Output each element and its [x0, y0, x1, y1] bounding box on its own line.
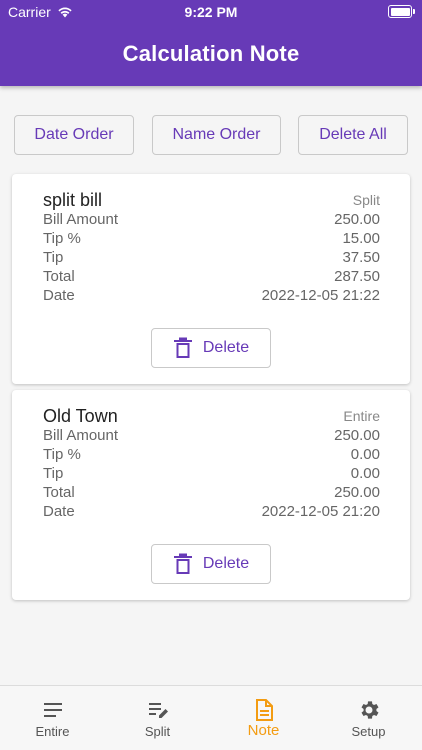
- note-row-tip: Tip 0.00: [43, 465, 380, 484]
- note-row-tip-percent: Tip % 15.00: [43, 230, 380, 249]
- row-label: Total: [43, 484, 75, 501]
- nav-item-entire[interactable]: Entire: [0, 686, 105, 750]
- row-label: Date: [43, 503, 75, 520]
- note-row-tip-percent: Tip % 0.00: [43, 446, 380, 465]
- row-label: Bill Amount: [43, 427, 119, 444]
- note-row-total: Total 250.00: [43, 484, 380, 503]
- edit-list-icon: [148, 703, 168, 718]
- status-time: 9:22 PM: [184, 4, 238, 20]
- row-value: 2022-12-05 21:20: [261, 503, 380, 520]
- lines-icon: [43, 703, 62, 717]
- nav-label: Entire: [35, 724, 70, 739]
- page-title: Calculation Note: [122, 41, 300, 66]
- note-card: split bill Split Bill Amount 250.00 Tip …: [12, 174, 410, 384]
- row-value: 250.00: [334, 484, 380, 501]
- row-label: Date: [43, 287, 75, 304]
- delete-all-button[interactable]: Delete All: [298, 115, 408, 155]
- row-label: Tip %: [43, 230, 81, 247]
- note-row-bill-amount: Bill Amount 250.00: [43, 211, 380, 230]
- delete-label: Delete: [202, 555, 250, 572]
- name-order-button[interactable]: Name Order: [152, 115, 281, 155]
- bottom-nav: Entire Split Note Setup: [0, 685, 422, 750]
- row-label: Tip %: [43, 446, 81, 463]
- nav-label: Split: [144, 724, 171, 739]
- note-type: Entire: [343, 408, 380, 424]
- nav-item-setup[interactable]: Setup: [316, 686, 421, 750]
- status-bar: Carrier 9:22 PM: [0, 0, 422, 24]
- row-value: 0.00: [350, 446, 380, 463]
- note-type: Split: [352, 192, 380, 208]
- nav-label: Note: [247, 722, 280, 739]
- row-value: 2022-12-05 21:22: [261, 287, 380, 304]
- date-order-button[interactable]: Date Order: [14, 115, 134, 155]
- row-value: 250.00: [334, 211, 380, 228]
- note-row-total: Total 287.50: [43, 268, 380, 287]
- delete-note-button[interactable]: Delete: [151, 328, 271, 368]
- delete-label: Delete: [202, 339, 250, 356]
- note-row-date: Date 2022-12-05 21:22: [43, 287, 380, 306]
- trash-icon: [173, 337, 192, 358]
- note-icon: [255, 699, 273, 721]
- row-label: Tip: [43, 249, 64, 266]
- trash-icon: [173, 553, 192, 574]
- note-name: Old Town: [43, 406, 118, 426]
- note-row-tip: Tip 37.50: [43, 249, 380, 268]
- note-name: split bill: [43, 190, 103, 210]
- note-row-bill-amount: Bill Amount 250.00: [43, 427, 380, 446]
- delete-note-button[interactable]: Delete: [151, 544, 271, 584]
- row-value: 287.50: [334, 268, 380, 285]
- note-row-date: Date 2022-12-05 21:20: [43, 503, 380, 522]
- row-label: Bill Amount: [43, 211, 119, 228]
- app-bar: Carrier 9:22 PM Calculation Note: [0, 0, 422, 86]
- note-card: Old Town Entire Bill Amount 250.00 Tip %…: [12, 390, 410, 600]
- row-value: 250.00: [334, 427, 380, 444]
- row-value: 0.00: [350, 465, 380, 482]
- row-label: Total: [43, 268, 75, 285]
- gear-icon: [361, 701, 378, 719]
- row-value: 15.00: [342, 230, 380, 247]
- row-value: 37.50: [342, 249, 380, 266]
- nav-label: Setup: [351, 724, 386, 739]
- battery-icon: [388, 5, 415, 18]
- row-label: Tip: [43, 465, 64, 482]
- nav-item-split[interactable]: Split: [105, 686, 210, 750]
- nav-item-note[interactable]: Note: [211, 686, 316, 750]
